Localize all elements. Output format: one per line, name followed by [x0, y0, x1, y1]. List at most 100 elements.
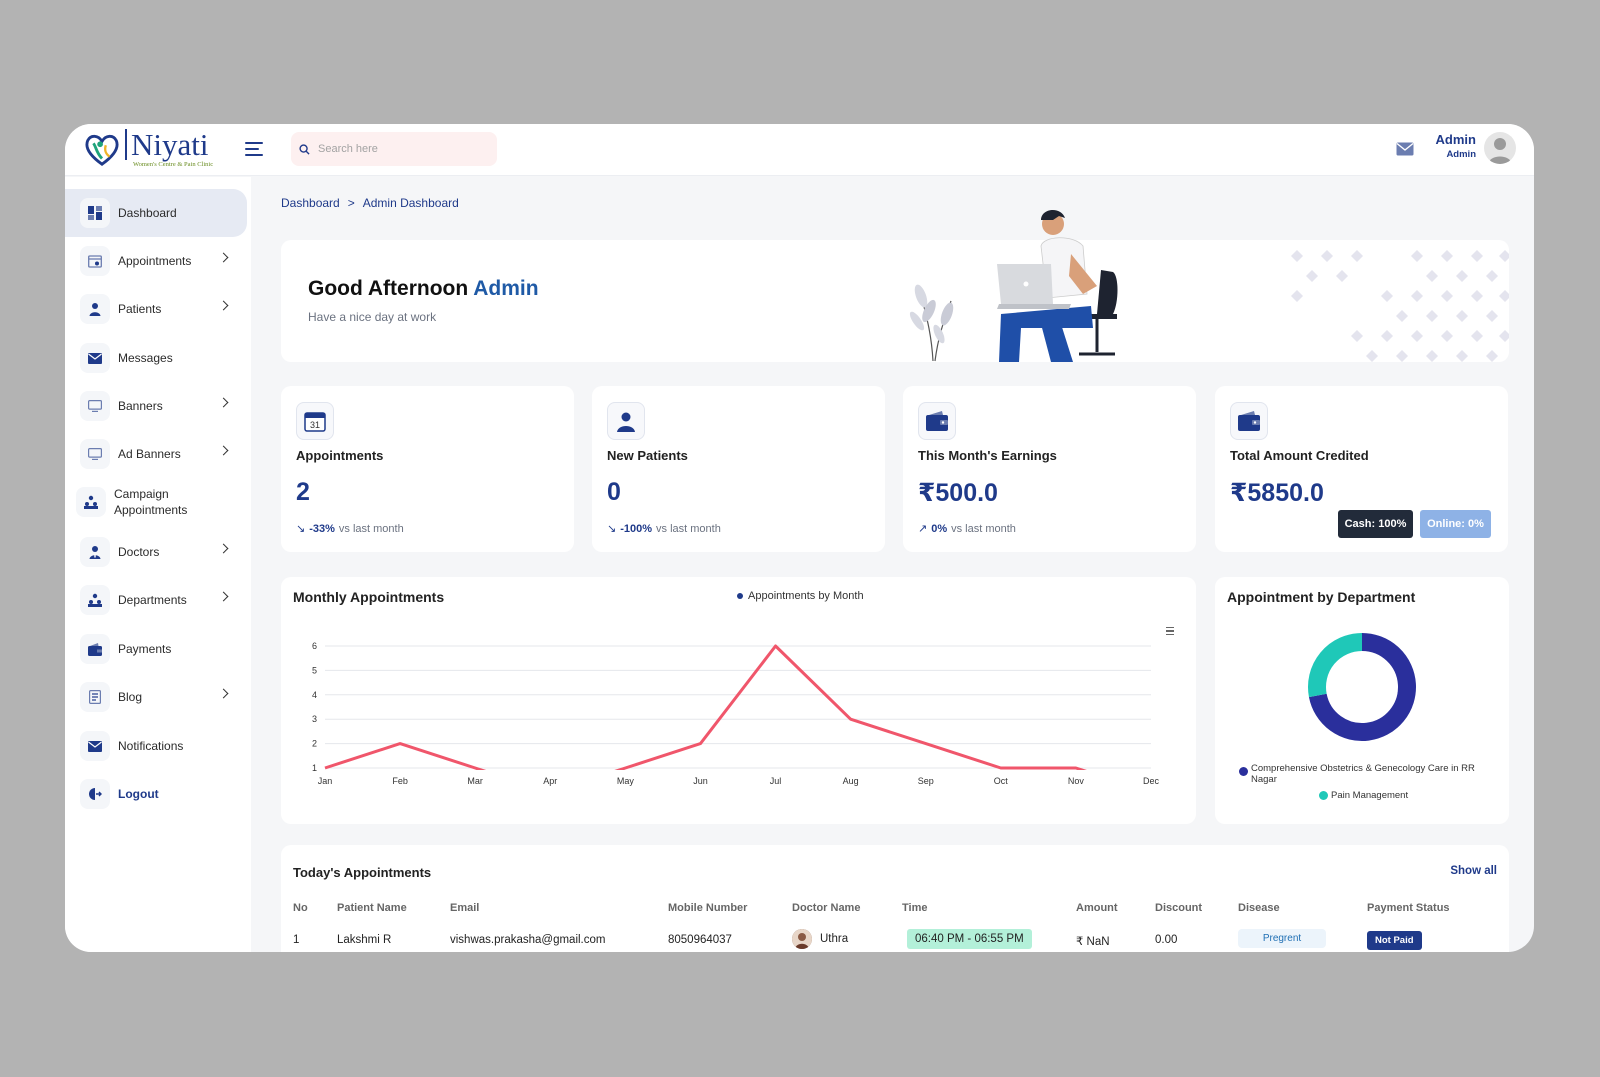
x-tick-label: Apr [543, 776, 557, 786]
donut-slice[interactable] [1308, 633, 1363, 698]
sidebar-item-messages[interactable]: Messages [65, 334, 247, 382]
brand-name: Niyati [125, 129, 213, 161]
column-header: Payment Status [1367, 902, 1450, 914]
group-icon [76, 487, 106, 517]
calendar-day: 31 [310, 420, 320, 430]
top-bar: Niyati Women's Centre & Pain Clinic Admi… [65, 124, 1534, 176]
sidebar-item-label: Messages [118, 351, 173, 365]
disease-badge: Pregrent [1238, 929, 1326, 948]
breadcrumb-separator: > [347, 196, 355, 210]
payment-status-badge: Not Paid [1367, 931, 1422, 950]
brand-logo[interactable]: Niyati Women's Centre & Pain Clinic [83, 128, 223, 170]
cell-no: 1 [293, 934, 300, 946]
show-all-link[interactable]: Show all [1450, 865, 1497, 877]
y-tick-label: 5 [312, 665, 317, 675]
stat-card-new-patients: New Patients 0 ↘ -100% vs last month [592, 386, 885, 552]
welcome-banner: Good Afternoon Admin Have a nice day at … [281, 209, 1509, 362]
monthly-appointments-card: Monthly Appointments Appointments by Mon… [281, 577, 1196, 824]
chevron-right-icon [218, 252, 229, 263]
dashboard-icon [80, 198, 110, 228]
sidebar-item-label: Dashboard [118, 206, 177, 220]
breadcrumb-root[interactable]: Dashboard [281, 196, 340, 210]
mail-icon[interactable] [1396, 142, 1414, 156]
sidebar-item-doctors[interactable]: Doctors [65, 528, 247, 576]
x-tick-label: Sep [918, 776, 934, 786]
stat-card-total-credited: Total Amount Credited ₹5850.0 Cash: 100%… [1215, 386, 1508, 552]
sidebar-item-label: Doctors [118, 545, 160, 559]
x-tick-label: Mar [467, 776, 483, 786]
wallet-icon [918, 402, 956, 440]
sidebar-item-payments[interactable]: Payments [65, 625, 247, 673]
sidebar-item-banners[interactable]: Banners [65, 382, 247, 430]
column-header: Email [450, 902, 480, 914]
sidebar-item-label: Patients [118, 302, 162, 316]
chevron-right-icon [218, 543, 229, 554]
y-tick-label: 4 [312, 690, 317, 700]
user-role: Admin [1446, 149, 1476, 160]
sidebar-item-label: Payments [118, 642, 172, 656]
x-tick-label: May [617, 776, 635, 786]
calendar-icon [80, 246, 110, 276]
sidebar-item-notifications[interactable]: Notifications [65, 722, 247, 770]
line-chart: 1 2 3 4 5 6 Jan Feb Mar Apr May Jun Jul Aug Sep Oct Nov D… [312, 641, 1160, 786]
sidebar-item-campaign-appointments[interactable]: Campaign Appointments [65, 478, 247, 526]
x-tick-label: Aug [843, 776, 859, 786]
sidebar-item-label: Logout [118, 787, 159, 801]
menu-toggle-icon[interactable] [245, 142, 263, 156]
sidebar-item-label: Banners [118, 399, 163, 413]
column-header: Discount [1155, 902, 1203, 914]
stat-change: 0% [931, 522, 948, 535]
stat-trend: ↘ -33% vs last month [296, 522, 404, 536]
sidebar-item-dashboard[interactable]: Dashboard [65, 189, 247, 237]
stat-value: 0 [607, 478, 621, 506]
department-chart-card: Appointment by Department Comprehensive … [1215, 577, 1509, 824]
sidebar-item-departments[interactable]: Departments [65, 576, 247, 624]
cell-time: 06:40 PM - 06:55 PM [907, 929, 1032, 949]
chevron-right-icon [218, 397, 229, 408]
sidebar-item-ad-banners[interactable]: Ad Banners [65, 430, 247, 478]
sidebar-item-label: Departments [118, 593, 187, 607]
column-header: Amount [1076, 902, 1118, 914]
envelope-icon [80, 731, 110, 761]
legend-item-pain-management[interactable]: Pain Management [1319, 790, 1408, 801]
y-tick-label: 3 [312, 714, 317, 724]
sidebar-item-label: Campaign Appointments [114, 487, 188, 517]
sidebar-item-patients[interactable]: Patients [65, 285, 247, 333]
legend-item-obstetrics[interactable]: Comprehensive Obstetrics & Genecology Ca… [1239, 763, 1479, 785]
sidebar-item-label: Blog [118, 690, 143, 704]
stat-trend: ↘ -100% vs last month [607, 522, 721, 536]
chevron-right-icon [218, 688, 229, 699]
column-header: No [293, 902, 308, 914]
donut-chart [1308, 633, 1416, 741]
x-tick-label: Nov [1068, 776, 1085, 786]
cell-amount: ₹ NaN [1076, 936, 1110, 948]
time-badge: 06:40 PM - 06:55 PM [907, 929, 1032, 949]
search-input[interactable] [318, 143, 478, 155]
stat-label: New Patients [607, 448, 688, 463]
decorative-pattern [1291, 250, 1509, 362]
column-header: Disease [1238, 902, 1280, 914]
x-tick-label: Jun [693, 776, 708, 786]
sidebar-item-blog[interactable]: Blog [65, 673, 247, 721]
sidebar-item-appointments[interactable]: Appointments [65, 237, 247, 285]
cash-percentage-badge: Cash: 100% [1338, 510, 1413, 538]
cell-discount: 0.00 [1155, 934, 1178, 946]
sidebar-item-label: Ad Banners [118, 447, 181, 461]
wallet-icon [1230, 402, 1268, 440]
envelope-icon [80, 343, 110, 373]
breadcrumb-current: Admin Dashboard [362, 196, 459, 210]
column-header: Time [902, 902, 928, 914]
stat-change: -33% [309, 522, 335, 535]
user-icon [80, 294, 110, 324]
cell-mobile: 8050964037 [668, 934, 732, 946]
sidebar-item-label: Notifications [118, 739, 184, 753]
x-tick-label: Dec [1143, 776, 1160, 786]
user-avatar[interactable] [1484, 132, 1516, 164]
legend-label: Pain Management [1331, 790, 1409, 801]
user-info[interactable]: Admin Admin [1436, 132, 1476, 160]
column-header: Patient Name [337, 902, 407, 914]
stat-value: ₹5850.0 [1230, 479, 1324, 507]
stat-change: -100% [620, 522, 653, 535]
stat-card-appointments: 31 Appointments 2 ↘ -33% vs last month [281, 386, 574, 552]
sidebar-item-logout[interactable]: Logout [65, 770, 247, 818]
